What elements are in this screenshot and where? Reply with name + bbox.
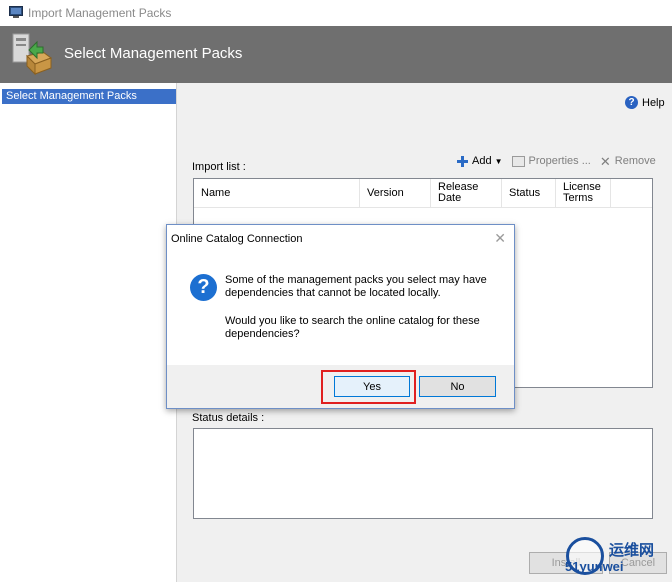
remove-label: Remove bbox=[614, 155, 656, 167]
watermark-line2: 51yunwei bbox=[565, 559, 624, 574]
question-icon: ? bbox=[190, 274, 217, 301]
watermark-line1: 运维网 bbox=[609, 542, 655, 559]
status-details-box[interactable] bbox=[193, 428, 653, 519]
window-title: Import Management Packs bbox=[28, 6, 172, 20]
properties-icon bbox=[511, 155, 525, 167]
chevron-down-icon: ▼ bbox=[494, 156, 503, 166]
add-label: Add bbox=[472, 155, 492, 167]
wizard-nav: Select Management Packs bbox=[0, 83, 177, 582]
close-icon[interactable]: ✕ bbox=[494, 230, 506, 247]
wizard-banner: Select Management Packs bbox=[0, 26, 672, 83]
banner-title: Select Management Packs bbox=[64, 45, 243, 62]
window-app-icon bbox=[9, 6, 23, 18]
import-toolbar: Add ▼ Properties ... ✕ Remove bbox=[457, 153, 665, 169]
site-watermark: 运维网 51yunwei bbox=[563, 535, 672, 582]
column-header-name[interactable]: Name bbox=[194, 179, 360, 207]
help-link[interactable]: ? Help bbox=[625, 96, 665, 109]
remove-icon: ✕ bbox=[599, 153, 611, 169]
column-header-version[interactable]: Version bbox=[360, 179, 431, 207]
status-details-label: Status details : bbox=[192, 412, 265, 424]
add-icon bbox=[457, 155, 468, 167]
import-list-label: Import list : bbox=[192, 161, 246, 173]
column-header-release-date[interactable]: Release Date bbox=[431, 179, 502, 207]
no-button[interactable]: No bbox=[419, 376, 496, 397]
help-icon: ? bbox=[625, 96, 638, 109]
dialog-message-2: Would you like to search the online cata… bbox=[225, 315, 480, 340]
window-titlebar: Import Management Packs bbox=[0, 0, 672, 26]
dialog-footer: Yes No bbox=[167, 365, 514, 408]
dialog-title: Online Catalog Connection bbox=[171, 233, 303, 245]
properties-label: Properties ... bbox=[528, 155, 591, 167]
add-button[interactable]: Add ▼ bbox=[457, 155, 503, 167]
dialog-message-1: Some of the management packs you select … bbox=[225, 274, 487, 299]
yes-button[interactable]: Yes bbox=[334, 376, 410, 397]
management-pack-icon bbox=[12, 33, 53, 76]
remove-button[interactable]: ✕ Remove bbox=[599, 153, 656, 169]
column-header-status[interactable]: Status bbox=[502, 179, 556, 207]
column-header-license-terms[interactable]: License Terms bbox=[556, 179, 611, 207]
online-catalog-dialog: Online Catalog Connection ✕ ? Some of th… bbox=[166, 224, 515, 409]
help-label: Help bbox=[642, 96, 665, 109]
properties-button[interactable]: Properties ... bbox=[511, 155, 591, 167]
nav-item-select-management-packs[interactable]: Select Management Packs bbox=[2, 89, 176, 104]
import-list-header: Name Version Release Date Status License… bbox=[194, 179, 652, 208]
